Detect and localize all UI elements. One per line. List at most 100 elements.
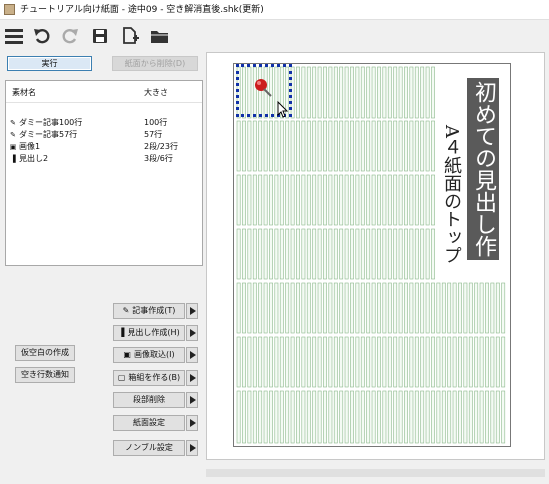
line-slot <box>387 120 392 172</box>
make-box-button[interactable]: ▢ 箱組を作る(B) <box>113 370 185 386</box>
line-slot <box>431 282 435 334</box>
open-folder-icon[interactable] <box>150 26 170 46</box>
list-item[interactable]: ▐ 見出し2 3段/6行 <box>6 153 202 165</box>
create-article-dropdown-arrow[interactable] <box>186 303 198 319</box>
create-headline-dropdown-arrow[interactable] <box>186 325 198 341</box>
new-page-icon[interactable] <box>120 26 140 46</box>
line-slot <box>382 66 387 119</box>
line-slot <box>285 228 290 280</box>
line-slot <box>236 174 241 226</box>
line-slot <box>290 336 295 388</box>
line-slot <box>323 174 327 226</box>
column-header-size[interactable]: 大きさ <box>144 87 168 98</box>
empty-lines-notice-button[interactable]: 空き行数通知 <box>15 367 75 383</box>
page-settings-dropdown-arrow[interactable] <box>186 415 198 431</box>
page-settings-button[interactable]: 紙面設定 <box>113 415 185 431</box>
line-slot <box>258 174 263 226</box>
make-box-dropdown-arrow[interactable] <box>186 370 198 386</box>
line-slot <box>360 228 365 280</box>
line-slot <box>350 120 354 172</box>
line-slot <box>252 282 257 334</box>
material-list[interactable]: 素材名 大きさ ✎ ダミー記事100行 100行 ✎ ダミー記事57行 57行 ▣ 画… <box>5 80 203 266</box>
line-slot <box>447 390 452 444</box>
line-slot <box>414 228 419 280</box>
line-slot <box>279 390 284 444</box>
menu-icon[interactable] <box>4 26 24 46</box>
headline-box[interactable]: 初めての見出し作り <box>467 78 499 260</box>
page-number-settings-dropdown-arrow[interactable] <box>186 440 198 456</box>
line-slot <box>323 282 327 334</box>
line-slot <box>333 174 338 226</box>
create-article-button[interactable]: ✎ 記事作成(T) <box>113 303 185 319</box>
import-image-dropdown-arrow[interactable] <box>186 347 198 363</box>
line-slot <box>436 282 441 334</box>
list-item[interactable]: ✎ ダミー記事57行 57行 <box>6 129 202 141</box>
column-header-name[interactable]: 素材名 <box>12 87 36 98</box>
import-image-button[interactable]: ▣ 画像取込(I) <box>113 347 185 363</box>
line-slot <box>398 282 403 334</box>
line-slot <box>404 282 408 334</box>
redo-icon[interactable] <box>60 26 80 46</box>
line-slot <box>387 228 392 280</box>
line-slot <box>350 228 354 280</box>
line-slot <box>393 282 398 334</box>
create-blank-button[interactable]: 仮空白の作成 <box>15 345 75 361</box>
line-slot <box>296 228 300 280</box>
line-slot <box>485 336 489 388</box>
delete-columns-button[interactable]: 段部削除 <box>113 392 185 408</box>
save-icon[interactable] <box>90 26 110 46</box>
line-slot <box>463 390 468 444</box>
delete-columns-dropdown-arrow[interactable] <box>186 392 198 408</box>
line-slot <box>360 336 365 388</box>
line-slot <box>371 390 376 444</box>
line-slot <box>371 228 376 280</box>
column-band <box>236 228 435 280</box>
line-slot <box>333 390 338 444</box>
line-slot <box>339 336 344 388</box>
line-slot <box>306 336 311 388</box>
execute-button[interactable]: 実行 <box>7 56 92 71</box>
line-slot <box>269 174 273 226</box>
line-slot <box>296 174 300 226</box>
line-slot <box>252 120 257 172</box>
line-slot <box>263 282 268 334</box>
create-headline-button[interactable]: ▐ 見出し作成(H) <box>113 325 185 341</box>
remove-from-page-button[interactable]: 紙面から削除(D) <box>112 56 198 71</box>
toolbar <box>0 20 549 52</box>
line-slot <box>339 282 344 334</box>
undo-icon[interactable] <box>32 26 52 46</box>
line-slot <box>328 120 333 172</box>
line-slot <box>425 66 430 119</box>
line-slot <box>306 120 311 172</box>
line-slot <box>409 336 414 388</box>
line-slot <box>404 336 408 388</box>
page-number-settings-button[interactable]: ノンブル設定 <box>113 440 185 456</box>
line-slot <box>306 66 311 119</box>
line-slot <box>431 120 435 172</box>
pin-icon <box>255 79 272 97</box>
line-slot <box>360 174 365 226</box>
line-slot <box>387 282 392 334</box>
line-slot <box>285 390 290 444</box>
horizontal-scrollbar[interactable] <box>206 466 545 480</box>
line-slot <box>269 120 273 172</box>
line-slot <box>366 390 371 444</box>
line-slot <box>377 228 381 280</box>
line-slot <box>344 228 349 280</box>
scrollbar-thumb[interactable] <box>206 469 545 477</box>
line-slot <box>350 66 354 119</box>
line-slot <box>382 228 387 280</box>
line-slot <box>312 66 317 119</box>
subheadline-box[interactable]: A４紙面のトップ <box>438 116 464 272</box>
line-slot <box>447 336 452 388</box>
line-slot <box>333 120 338 172</box>
line-slot <box>269 336 273 388</box>
line-slot <box>501 336 506 388</box>
line-slot <box>279 336 284 388</box>
mouse-cursor-icon <box>277 101 289 118</box>
line-slot <box>355 336 360 388</box>
line-slot <box>339 228 344 280</box>
list-item[interactable]: ▣ 画像1 2段/23行 <box>6 141 202 153</box>
line-slot <box>306 282 311 334</box>
list-item[interactable]: ✎ ダミー記事100行 100行 <box>6 117 202 129</box>
